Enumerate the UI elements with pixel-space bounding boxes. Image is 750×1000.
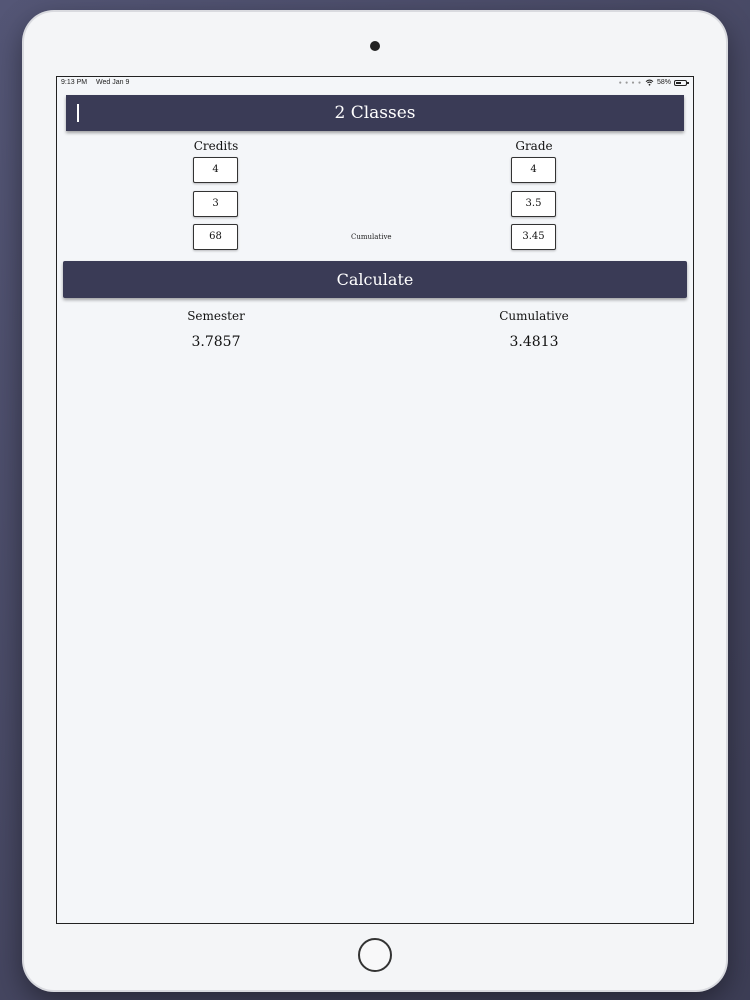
grade-column-header: Grade (515, 139, 553, 153)
credits-input-1[interactable]: 4 (193, 157, 238, 183)
signal-icon: ● ● ● ● (618, 79, 642, 86)
battery-icon (674, 79, 689, 86)
grade-input-2[interactable]: 3.5 (511, 191, 556, 217)
cumulative-row-label: Cumulative (351, 233, 392, 241)
grade-input-1[interactable]: 4 (511, 157, 556, 183)
status-bar: 9:13 PM Wed Jan 9 ● ● ● ● 58% (57, 77, 693, 91)
cumulative-credits-input[interactable]: 68 (193, 224, 238, 250)
app-screen: 9:13 PM Wed Jan 9 ● ● ● ● 58% 2 Classes (56, 76, 694, 924)
text-cursor (77, 104, 79, 122)
battery-cap (687, 81, 689, 84)
cumulative-grade-input[interactable]: 3.45 (511, 224, 556, 250)
semester-gpa-value: 3.7857 (191, 334, 241, 350)
class-count-field[interactable]: 2 Classes (66, 95, 684, 131)
status-time: 9:13 PM (61, 79, 88, 86)
class-count-label: 2 Classes (334, 103, 416, 123)
home-button[interactable] (358, 938, 392, 972)
status-indicators: ● ● ● ● 58% (618, 79, 689, 86)
semester-label: Semester (187, 309, 245, 323)
cumulative-gpa-value: 3.4813 (509, 334, 559, 350)
battery-percent: 58% (656, 79, 671, 86)
status-date: Wed Jan 9 (96, 79, 130, 86)
calculate-button[interactable]: Calculate (63, 261, 687, 298)
ipad-device-frame: 9:13 PM Wed Jan 9 ● ● ● ● 58% 2 Classes (24, 12, 726, 990)
wifi-icon (645, 79, 654, 86)
credits-input-2[interactable]: 3 (193, 191, 238, 217)
credits-column-header: Credits (193, 139, 239, 153)
cumulative-label: Cumulative (499, 309, 569, 323)
camera-icon (370, 41, 380, 51)
battery-fill (676, 81, 681, 84)
